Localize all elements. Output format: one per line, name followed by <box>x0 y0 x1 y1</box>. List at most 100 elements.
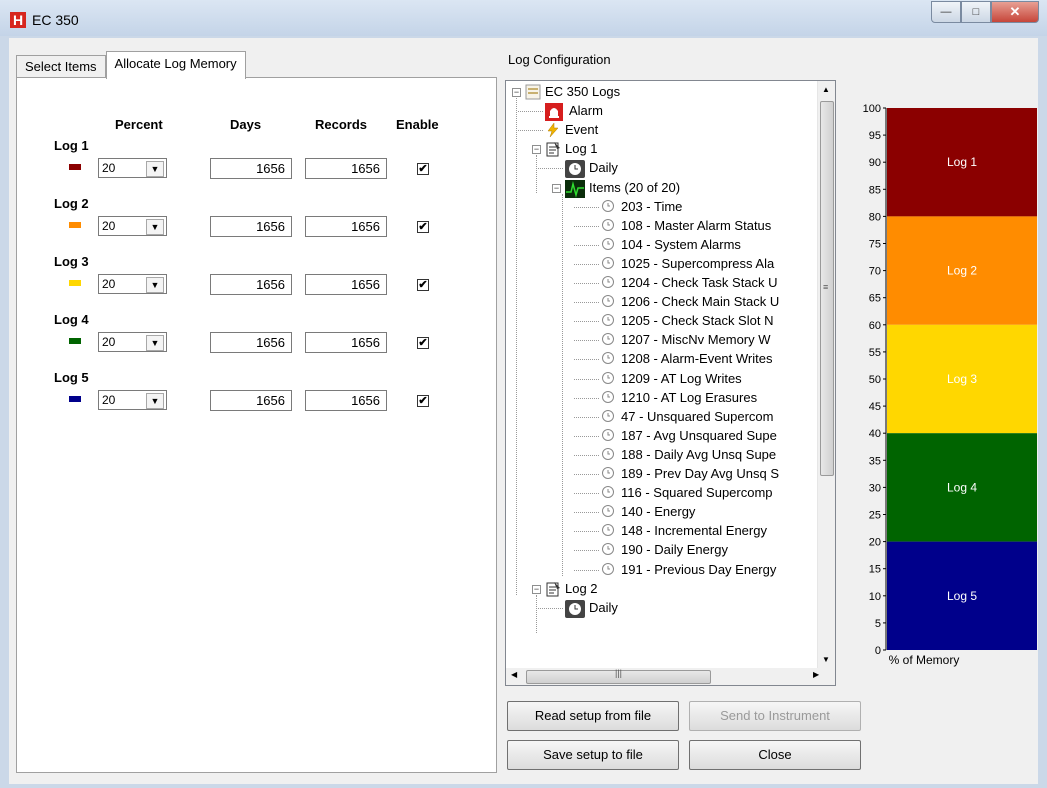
chevron-down-icon[interactable]: ▼ <box>146 393 164 409</box>
collapse-icon[interactable]: − <box>532 145 541 155</box>
log-color-swatch <box>69 280 81 286</box>
y-tick-label: 50 <box>869 374 881 386</box>
tree-node-label[interactable]: 1208 - Alarm-Event Writes <box>621 350 772 368</box>
y-tick-label: 15 <box>869 564 881 576</box>
days-field[interactable]: 1656 <box>210 216 292 237</box>
read-setup-button[interactable]: Read setup from file <box>507 701 679 731</box>
percent-combo[interactable]: 20 ▼ <box>98 390 167 410</box>
percent-combo[interactable]: 20 ▼ <box>98 274 167 294</box>
tree-hscroll-thumb[interactable]: ||| <box>526 668 711 684</box>
tree-node-label[interactable]: 1205 - Check Stack Slot N <box>621 312 773 330</box>
tree-connector <box>538 168 563 170</box>
tree-node-label[interactable]: 203 - Time <box>621 198 682 216</box>
tree-node-label[interactable]: Log 1 <box>565 140 598 158</box>
tree-node-label[interactable]: 1025 - Supercompress Ala <box>621 255 774 273</box>
records-field[interactable]: 1656 <box>305 332 387 353</box>
log-label: Log 1 <box>54 138 89 153</box>
y-tick-label: 10 <box>869 591 881 603</box>
tab-strip: Select Items Allocate Log Memory <box>16 51 246 79</box>
tree-horizontal-scrollbar[interactable]: ◀ ||| ▶ <box>506 668 835 685</box>
bar-segment-label: Log 1 <box>947 155 977 169</box>
tab-select-items[interactable]: Select Items <box>16 55 106 78</box>
tree-node-label[interactable]: Event <box>565 121 598 139</box>
tree-node-label[interactable]: EC 350 Logs <box>545 83 620 101</box>
tree-node-label[interactable]: 191 - Previous Day Energy <box>621 561 776 579</box>
gauge-icon <box>601 409 617 425</box>
tree-node-label[interactable]: 1209 - AT Log Writes <box>621 370 742 388</box>
scroll-right-icon[interactable]: ▶ <box>813 670 819 679</box>
records-field[interactable]: 1656 <box>305 158 387 179</box>
collapse-icon[interactable]: − <box>512 88 521 97</box>
chevron-down-icon[interactable]: ▼ <box>146 277 164 293</box>
chevron-down-icon[interactable]: ▼ <box>146 219 164 235</box>
days-field[interactable]: 1656 <box>210 390 292 411</box>
tree-node-label[interactable]: 104 - System Alarms <box>621 236 741 254</box>
chevron-down-icon[interactable]: ▼ <box>146 161 164 177</box>
percent-combo[interactable]: 20 ▼ <box>98 332 167 352</box>
scroll-left-icon[interactable]: ◀ <box>511 670 517 679</box>
collapse-icon[interactable]: − <box>532 584 541 594</box>
title-bar[interactable]: H EC 350 — □ ✕ <box>0 0 1047 36</box>
log-notepad-icon <box>545 581 561 597</box>
gauge-icon <box>601 485 617 501</box>
tree-vscroll-thumb[interactable]: ≡ <box>820 101 834 476</box>
days-field[interactable]: 1656 <box>210 274 292 295</box>
percent-combo[interactable]: 20 ▼ <box>98 216 167 236</box>
enable-checkbox[interactable]: ✔ <box>417 163 429 175</box>
tree-node-label[interactable]: 140 - Energy <box>621 503 695 521</box>
tree-node-label[interactable]: 188 - Daily Avg Unsq Supe <box>621 446 776 464</box>
tree-node-label[interactable]: 187 - Avg Unsquared Supe <box>621 427 777 445</box>
tree-node-label[interactable]: Items (20 of 20) <box>589 179 680 197</box>
scroll-down-icon[interactable]: ▼ <box>822 655 830 664</box>
log-config-tree[interactable]: ▲ ≡ ▼ ◀ ||| ▶ − EC 350 Logs Alarm Event − Log… <box>505 80 836 686</box>
gauge-icon <box>601 523 617 539</box>
tree-node-label[interactable]: 1204 - Check Task Stack U <box>621 274 778 292</box>
tree-connector <box>574 493 599 495</box>
close-window-button[interactable]: ✕ <box>991 1 1039 23</box>
percent-value: 20 <box>102 277 116 291</box>
days-field[interactable]: 1656 <box>210 332 292 353</box>
chevron-down-icon[interactable]: ▼ <box>146 335 164 351</box>
percent-combo[interactable]: 20 ▼ <box>98 158 167 178</box>
tree-connector <box>574 340 599 342</box>
memory-chart-svg: 1009590858075706560555045403530252015105… <box>863 103 1037 667</box>
gauge-icon <box>601 504 617 520</box>
scroll-up-icon[interactable]: ▲ <box>822 85 830 94</box>
save-setup-button[interactable]: Save setup to file <box>507 740 679 770</box>
tree-node-label[interactable]: Daily <box>589 599 618 617</box>
tab-allocate-log-memory[interactable]: Allocate Log Memory <box>105 51 246 79</box>
tree-node-label[interactable]: 189 - Prev Day Avg Unsq S <box>621 465 779 483</box>
enable-checkbox[interactable]: ✔ <box>417 221 429 233</box>
records-field[interactable]: 1656 <box>305 274 387 295</box>
minimize-button[interactable]: — <box>931 1 961 23</box>
tree-node-label[interactable]: 1207 - MiscNv Memory W <box>621 331 771 349</box>
collapse-icon[interactable]: − <box>552 183 561 193</box>
tree-node-label[interactable]: Log 2 <box>565 580 598 598</box>
send-to-instrument-button[interactable]: Send to Instrument <box>689 701 861 731</box>
tree-node-label[interactable]: 1210 - AT Log Erasures <box>621 389 757 407</box>
gauge-icon <box>601 218 617 234</box>
tree-node-label[interactable]: Daily <box>589 159 618 177</box>
tree-node-label[interactable]: 148 - Incremental Energy <box>621 522 767 540</box>
alarm-bell-icon <box>545 103 563 122</box>
log-label: Log 5 <box>54 370 89 385</box>
enable-checkbox[interactable]: ✔ <box>417 395 429 407</box>
tree-node-label[interactable]: Alarm <box>569 102 603 120</box>
tree-connector <box>574 302 599 304</box>
tree-node-label[interactable]: 108 - Master Alarm Status <box>621 217 771 235</box>
records-field[interactable]: 1656 <box>305 390 387 411</box>
enable-checkbox[interactable]: ✔ <box>417 337 429 349</box>
percent-value: 20 <box>102 393 116 407</box>
enable-checkbox[interactable]: ✔ <box>417 279 429 291</box>
tree-node-label[interactable]: 190 - Daily Energy <box>621 541 728 559</box>
maximize-button[interactable]: □ <box>961 1 991 23</box>
tree-node-label[interactable]: 116 - Squared Supercomp <box>621 484 773 502</box>
close-button[interactable]: Close <box>689 740 861 770</box>
records-header: Records <box>315 117 368 132</box>
tree-node-label[interactable]: 47 - Unsquared Supercom <box>621 408 773 426</box>
days-field[interactable]: 1656 <box>210 158 292 179</box>
tree-node-label[interactable]: 1206 - Check Main Stack U <box>621 293 779 311</box>
records-field[interactable]: 1656 <box>305 216 387 237</box>
tree-vertical-scrollbar[interactable]: ▲ ≡ ▼ <box>817 81 835 668</box>
tree-connector <box>574 378 599 380</box>
